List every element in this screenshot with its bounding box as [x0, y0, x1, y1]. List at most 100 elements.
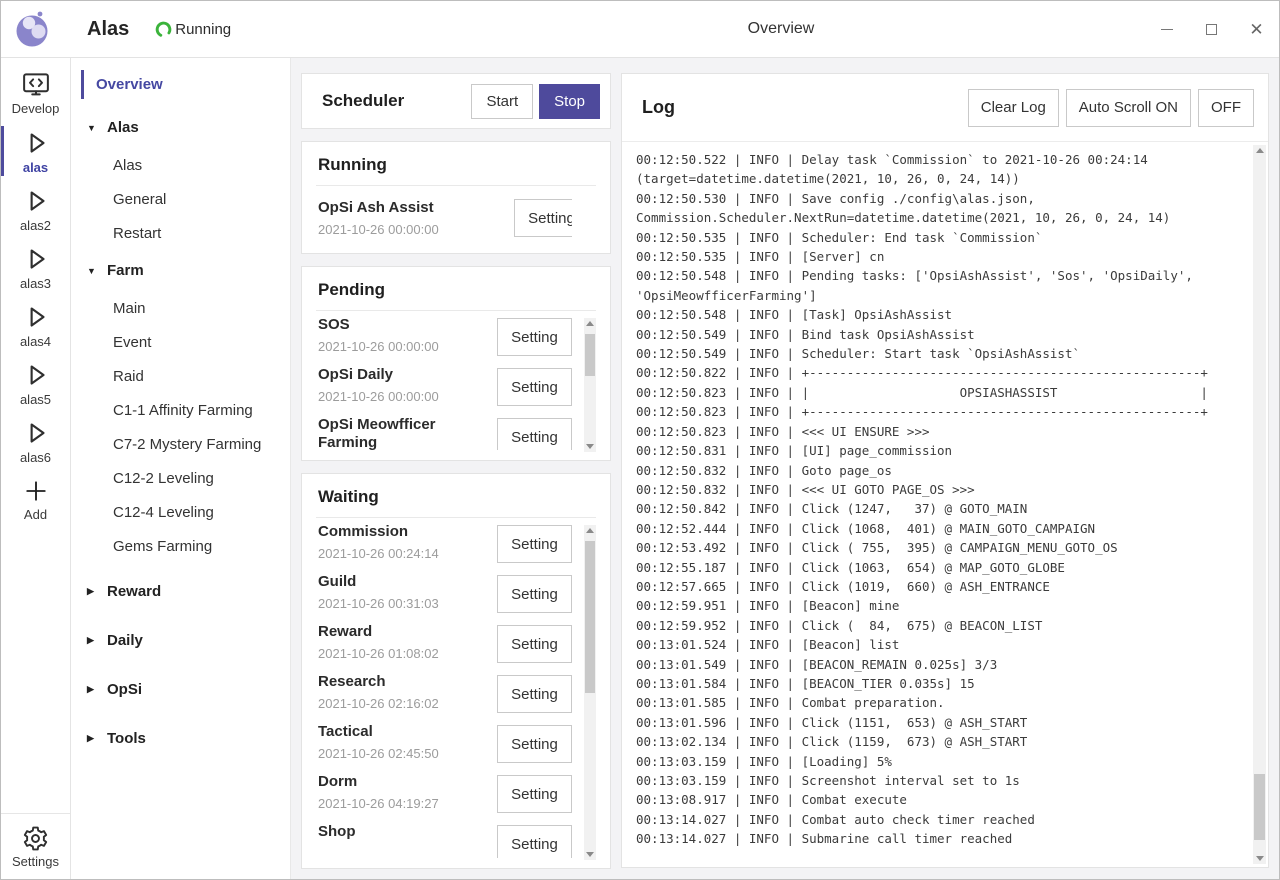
setting-button[interactable]: Setting: [497, 775, 572, 813]
log-content: 00:12:50.522 | INFO | Delay task `Commis…: [622, 143, 1268, 867]
setting-button[interactable]: Setting: [497, 575, 572, 613]
nav-item-event[interactable]: Event: [71, 325, 290, 359]
scheduler-panel: Scheduler Start Stop: [301, 73, 611, 129]
window-title: Overview: [748, 20, 815, 38]
running-status: Running: [175, 21, 231, 38]
waiting-scrollbar[interactable]: [584, 525, 596, 860]
nav-item-general[interactable]: General: [71, 182, 290, 216]
sidebar-item-alas[interactable]: alas: [1, 122, 70, 180]
scroll-up-icon[interactable]: [1256, 148, 1264, 153]
nav-item-c7-2-mystery-farming[interactable]: C7-2 Mystery Farming: [71, 427, 290, 461]
scroll-down-icon[interactable]: [586, 444, 594, 449]
task-row-sos: SOS2021-10-26 00:00:00Setting: [318, 316, 572, 366]
pending-scrollbar[interactable]: [584, 318, 596, 452]
setting-button[interactable]: Setting: [497, 675, 572, 713]
instance-rail: Developalasalas2alas3alas4alas5alas6Add …: [1, 58, 71, 879]
scroll-up-icon[interactable]: [586, 528, 594, 533]
nav-item-restart[interactable]: Restart: [71, 216, 290, 250]
auto-scroll-on-button[interactable]: Auto Scroll ON: [1066, 89, 1191, 127]
setting-button[interactable]: Setting: [497, 418, 572, 450]
running-panel-title: Running: [316, 142, 596, 186]
setting-button[interactable]: Setting: [497, 318, 572, 356]
play-icon: [21, 302, 51, 332]
chevron-right-icon: ▶: [87, 684, 97, 695]
task-row-opsi-ash-assist: OpSi Ash Assist2021-10-26 00:00:00Settin…: [318, 199, 572, 243]
scroll-down-icon[interactable]: [1256, 856, 1264, 861]
chevron-right-icon: ▶: [87, 635, 97, 646]
sidebar-item-label: alas: [23, 160, 48, 175]
add-instance-button[interactable]: Add: [1, 470, 70, 528]
minimize-button[interactable]: [1144, 1, 1189, 57]
start-button[interactable]: Start: [471, 84, 533, 119]
nav-group-tools[interactable]: ▶Tools: [71, 718, 290, 759]
running-panel: Running OpSi Ash Assist2021-10-26 00:00:…: [301, 141, 611, 254]
scroll-down-icon[interactable]: [586, 852, 594, 857]
sidebar-item-label: Add: [24, 507, 47, 522]
clear-log-button[interactable]: Clear Log: [968, 89, 1059, 127]
auto-scroll-off-button[interactable]: OFF: [1198, 89, 1254, 127]
nav-item-raid[interactable]: Raid: [71, 359, 290, 393]
chevron-down-icon: ▼: [87, 266, 97, 276]
setting-button[interactable]: Setting: [497, 725, 572, 763]
chevron-right-icon: ▶: [87, 733, 97, 744]
sidebar-item-alas6[interactable]: alas6: [1, 412, 70, 470]
setting-button[interactable]: Setting: [497, 825, 572, 858]
pending-panel: Pending SOS2021-10-26 00:00:00SettingOpS…: [301, 266, 611, 461]
nav-item-overview[interactable]: Overview: [81, 70, 290, 99]
nav-group-label: Reward: [107, 583, 161, 600]
gear-icon: [22, 825, 49, 852]
setting-button[interactable]: Setting: [497, 525, 572, 563]
scrollbar-thumb[interactable]: [585, 334, 595, 376]
log-title: Log: [642, 97, 961, 118]
setting-button[interactable]: Setting: [514, 199, 572, 237]
setting-button[interactable]: Setting: [497, 368, 572, 406]
nav-item-c1-1-affinity-farming[interactable]: C1-1 Affinity Farming: [71, 393, 290, 427]
log-panel: Log Clear Log Auto Scroll ON OFF 00:12:5…: [621, 73, 1269, 868]
setting-button[interactable]: Setting: [497, 625, 572, 663]
nav-menu: Overview ▼AlasAlasGeneralRestart▼FarmMai…: [71, 58, 291, 879]
waiting-panel-title: Waiting: [316, 474, 596, 518]
nav-group-reward[interactable]: ▶Reward: [71, 571, 290, 612]
maximize-button[interactable]: [1189, 1, 1234, 57]
close-button[interactable]: ✕: [1234, 1, 1279, 57]
sidebar-item-alas3[interactable]: alas3: [1, 238, 70, 296]
stop-button[interactable]: Stop: [539, 84, 600, 119]
settings-label: Settings: [12, 854, 59, 869]
play-icon: [21, 128, 51, 158]
app-logo-icon: [13, 9, 53, 49]
log-header: Log Clear Log Auto Scroll ON OFF: [622, 74, 1268, 142]
log-scrollbar[interactable]: [1253, 145, 1266, 864]
settings-button[interactable]: Settings: [1, 813, 70, 879]
nav-group-label: Daily: [107, 632, 143, 649]
nav-group-farm[interactable]: ▼Farm: [71, 250, 290, 291]
nav-group-label: Alas: [107, 119, 139, 136]
nav-group-opsi[interactable]: ▶ OpSi: [71, 669, 290, 710]
scrollbar-thumb[interactable]: [1254, 774, 1265, 840]
window-controls: ✕: [1144, 1, 1279, 57]
sidebar-item-alas5[interactable]: alas5: [1, 354, 70, 412]
nav-item-alas[interactable]: Alas: [71, 148, 290, 182]
sidebar-item-alas2[interactable]: alas2: [1, 180, 70, 238]
running-spinner-icon: [155, 21, 172, 38]
sidebar-item-label: alas5: [20, 392, 51, 407]
scroll-up-icon[interactable]: [586, 321, 594, 326]
close-icon: ✕: [1249, 21, 1263, 38]
sidebar-item-develop[interactable]: Develop: [1, 64, 70, 122]
task-row-shop: ShopSetting: [318, 823, 572, 858]
nav-group-label: OpSi: [107, 681, 142, 698]
nav-item-gems-farming[interactable]: Gems Farming: [71, 529, 290, 563]
play-icon: [21, 360, 51, 390]
task-row-commission: Commission2021-10-26 00:24:14Setting: [318, 523, 572, 573]
scrollbar-thumb[interactable]: [585, 541, 595, 693]
sidebar-item-alas4[interactable]: alas4: [1, 296, 70, 354]
minimize-icon: [1161, 29, 1173, 30]
task-row-dorm: Dorm2021-10-26 04:19:27Setting: [318, 773, 572, 823]
task-row-reward: Reward2021-10-26 01:08:02Setting: [318, 623, 572, 673]
nav-group-daily[interactable]: ▶ Daily: [71, 620, 290, 661]
nav-item-c12-4-leveling[interactable]: C12-4 Leveling: [71, 495, 290, 529]
nav-item-main[interactable]: Main: [71, 291, 290, 325]
nav-item-c12-2-leveling[interactable]: C12-2 Leveling: [71, 461, 290, 495]
app-title: Alas: [87, 18, 129, 41]
task-row-tactical: Tactical2021-10-26 02:45:50Setting: [318, 723, 572, 773]
nav-group-alas[interactable]: ▼Alas: [71, 107, 290, 148]
